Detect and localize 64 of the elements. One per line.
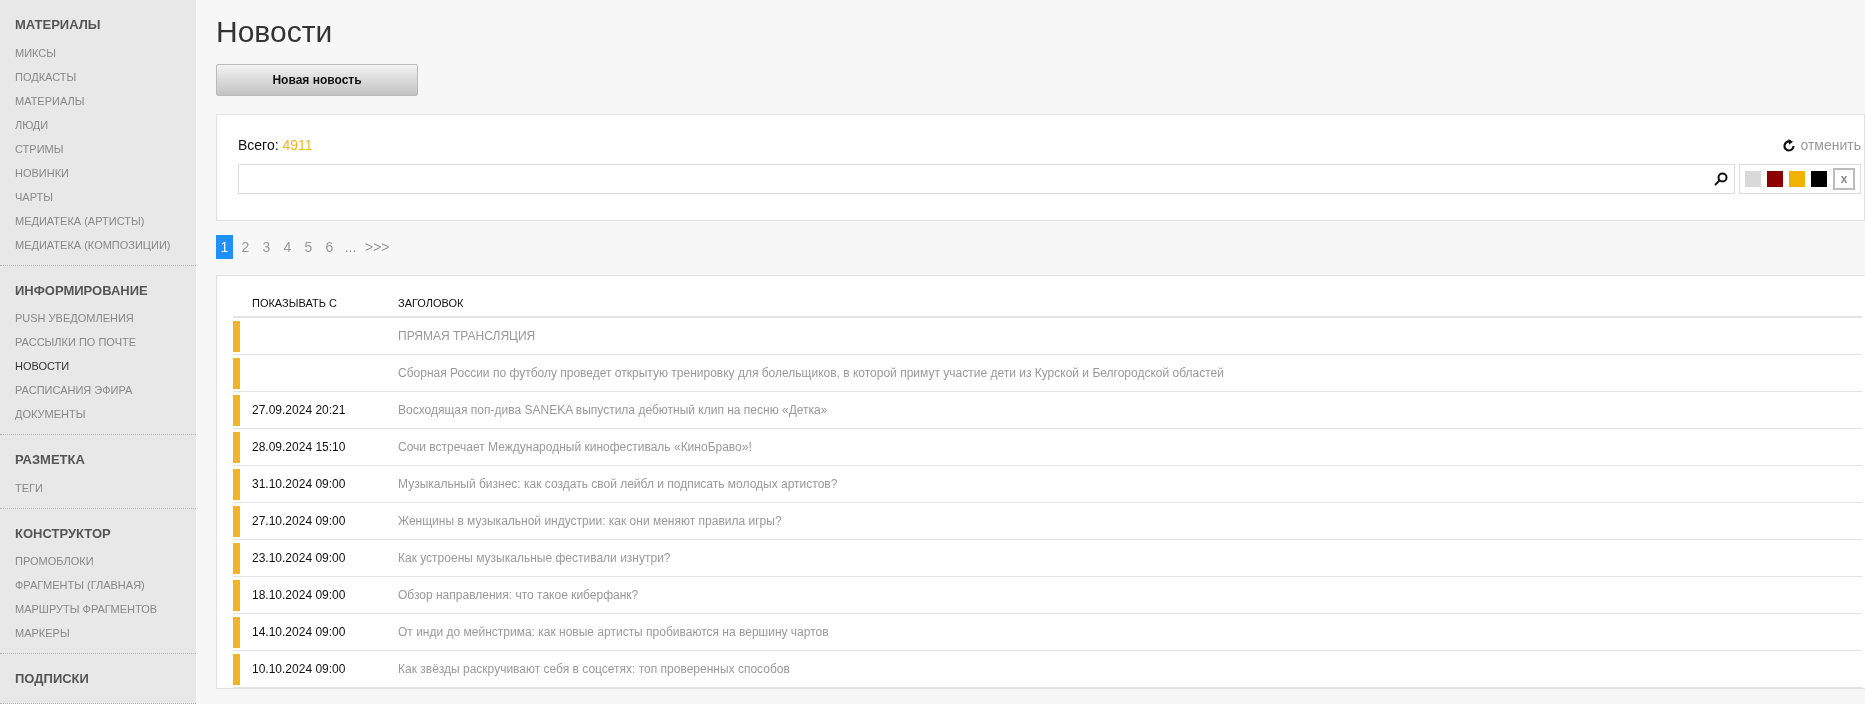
date-cell-text: 27.10.2024 09:00: [251, 513, 347, 530]
page-link[interactable]: 4: [279, 235, 296, 259]
sidebar-item[interactable]: РАСПИСАНИЯ ЭФИРА: [15, 378, 181, 402]
sidebar-item[interactable]: МЕДИАТЕКА (КОМПОЗИЦИИ): [15, 232, 181, 257]
sidebar-item[interactable]: ЛЮДИ: [15, 112, 181, 137]
column-header: ЗАГОЛОВОК: [398, 295, 464, 311]
new-news-button[interactable]: Новая новость: [216, 64, 418, 96]
sidebar-item[interactable]: ЧАРТЫ: [15, 184, 181, 209]
sidebar-heading: РАЗМЕТКА: [15, 451, 86, 469]
reset-link[interactable]: отменить: [1782, 135, 1861, 156]
page-link[interactable]: >>>: [363, 235, 392, 259]
news-title-link[interactable]: Обзор направления: что такое киберфанк?: [398, 586, 639, 604]
date-cell-text: 18.10.2024 09:00: [251, 587, 347, 604]
date-cell-text: 31.10.2024 09:00: [251, 476, 347, 493]
news-title-link[interactable]: ПРЯМАЯ ТРАНСЛЯЦИЯ: [398, 327, 536, 345]
sidebar-item[interactable]: МЕДИАТЕКА (АРТИСТЫ): [15, 208, 181, 233]
total-count: Всего: 4911: [238, 136, 313, 155]
page-link[interactable]: 2: [237, 235, 254, 259]
sidebar-item[interactable]: PUSH УВЕДОМЛЕНИЯ: [15, 306, 181, 330]
sidebar-item[interactable]: ПОДКАСТЫ: [15, 64, 181, 89]
refresh-icon: [1782, 138, 1797, 153]
sidebar-item[interactable]: МИКСЫ: [15, 40, 181, 65]
page-title: Новости: [216, 14, 334, 50]
news-title-link[interactable]: Как устроены музыкальные фестивали изнутри?: [398, 549, 671, 567]
date-cell-text: 27.09.2024 20:21: [251, 402, 347, 419]
sidebar-item[interactable]: НОВИНКИ: [15, 160, 181, 185]
sidebar-item[interactable]: РАССЫЛКИ ПО ПОЧТЕ: [15, 330, 181, 354]
page-link[interactable]: ...: [342, 235, 359, 259]
sidebar-item[interactable]: МАРКЕРЫ: [15, 621, 181, 645]
color-swatch[interactable]: [1745, 171, 1761, 187]
date-cell-text: 28.09.2024 15:10: [251, 439, 347, 456]
search-icon: [1714, 172, 1728, 186]
news-title-link[interactable]: От инди до мейнстрима: как новые артисты пробиваются на вершину чартов: [398, 623, 829, 641]
page-link[interactable]: 5: [300, 235, 317, 259]
page-link[interactable]: 6: [321, 235, 338, 259]
news-title-link[interactable]: Женщины в музыкальной индустрии: как они меняют правила игры?: [398, 512, 782, 530]
page-link[interactable]: 3: [258, 235, 275, 259]
news-title-link[interactable]: Как звёзды раскручивают себя в соцсетях: топ проверенных способов: [398, 660, 790, 678]
sidebar-item[interactable]: МАРШРУТЫ ФРАГМЕНТОВ: [15, 597, 181, 621]
sidebar-heading: ИНФОРМИРОВАНИЕ: [15, 281, 149, 300]
search-field[interactable]: [238, 164, 1735, 194]
sidebar-item[interactable]: СТРИМЫ: [15, 136, 181, 161]
sidebar-item[interactable]: ДОКУМЕНТЫ: [15, 402, 181, 426]
sidebar-item[interactable]: ПРОМОБЛОКИ: [15, 549, 181, 573]
color-swatch[interactable]: [1789, 171, 1805, 187]
sidebar-heading: МАТЕРИАЛЫ: [15, 16, 102, 34]
sidebar-heading: КОНСТРУКТОР: [15, 524, 112, 543]
column-header: ПОКАЗЫВАТЬ С: [251, 295, 338, 311]
page-link[interactable]: 1: [216, 235, 233, 259]
date-cell-text: 14.10.2024 09:00: [251, 624, 347, 641]
sidebar-item[interactable]: ФРАГМЕНТЫ (ГЛАВНАЯ): [15, 573, 181, 597]
color-swatch[interactable]: [1767, 171, 1783, 187]
sidebar-item[interactable]: НОВОСТИ: [15, 354, 181, 378]
news-title-link[interactable]: Восходящая поп-дива SANEKA выпустила дебютный клип на песню «Детка»: [398, 401, 828, 419]
sidebar-heading: ПОДПИСКИ: [15, 670, 90, 688]
news-title-link[interactable]: Музыкальный бизнес: как создать свой лейбл и подписать молодых артистов?: [398, 475, 838, 493]
color-swatch[interactable]: [1811, 171, 1827, 187]
sidebar-item[interactable]: ТЕГИ: [15, 475, 181, 500]
clear-colors-button[interactable]: x: [1833, 168, 1855, 190]
news-title-link[interactable]: Сборная России по футболу проведет открытую тренировку для болельщиков, в которой примут участие дети из Курской и Белгородской областей: [398, 364, 1224, 382]
sidebar-item[interactable]: МАТЕРИАЛЫ: [15, 88, 181, 113]
date-cell-text: 10.10.2024 09:00: [251, 661, 347, 678]
news-title-link[interactable]: Сочи встречает Международный кинофестиваль «КиноБраво»!: [398, 438, 752, 456]
date-cell-text: 23.10.2024 09:00: [251, 550, 347, 567]
